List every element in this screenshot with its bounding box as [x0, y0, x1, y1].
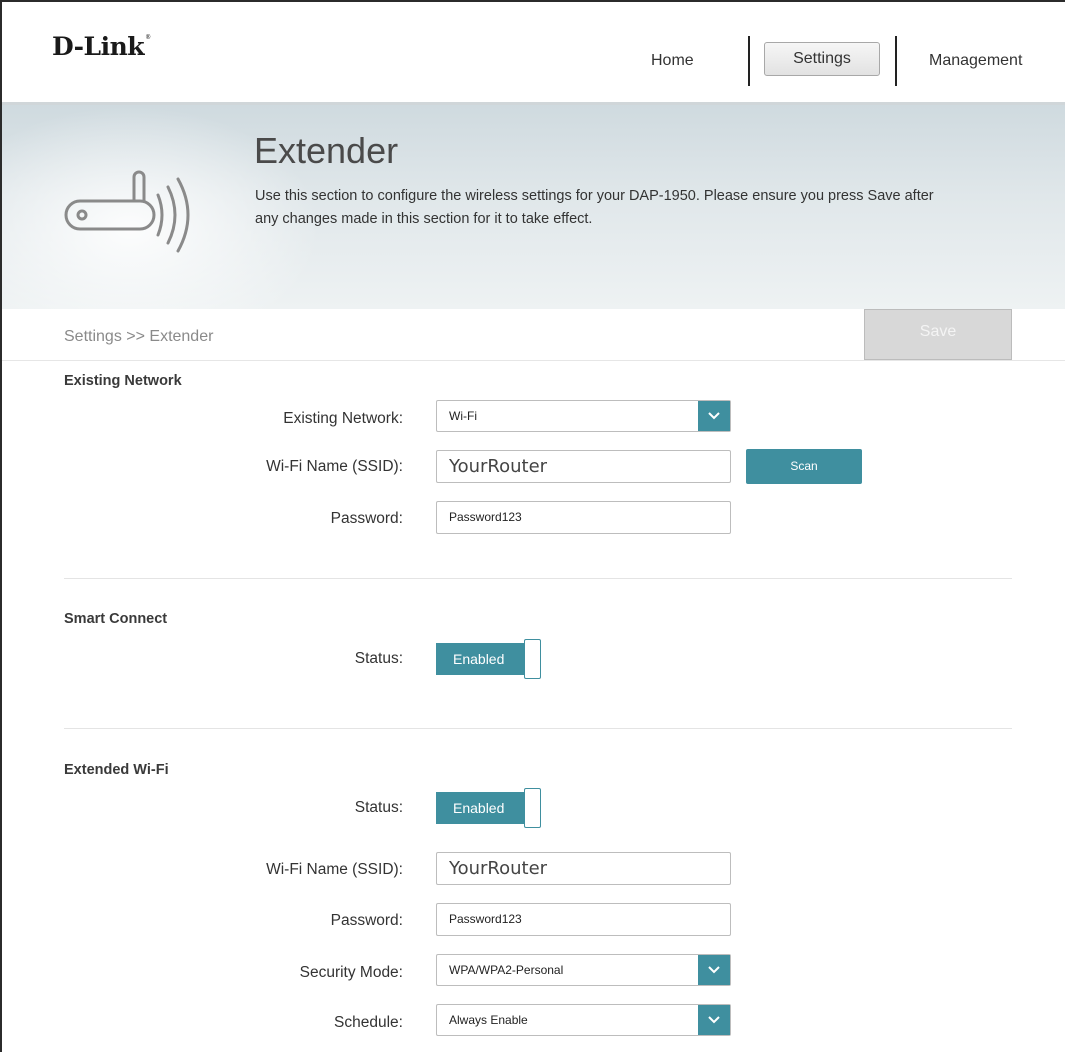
extended-wifi-toggle[interactable]: Enabled — [436, 788, 541, 828]
extended-password-value: Password123 — [449, 912, 522, 926]
security-mode-value: WPA/WPA2-Personal — [449, 963, 564, 977]
chevron-down-icon[interactable] — [698, 401, 730, 431]
existing-password-value: Password123 — [449, 510, 522, 524]
toggle-knob[interactable] — [524, 788, 541, 828]
existing-ssid-label: Wi-Fi Name (SSID): — [266, 458, 403, 475]
security-mode-select[interactable]: WPA/WPA2-Personal — [436, 954, 731, 986]
smart-connect-status-value: Enabled — [436, 643, 526, 675]
nav-separator — [895, 36, 897, 86]
existing-ssid-input[interactable]: YourRouter — [436, 450, 731, 483]
section-divider — [64, 578, 1012, 579]
schedule-value: Always Enable — [449, 1013, 528, 1027]
security-mode-label: Security Mode: — [299, 964, 403, 981]
page-banner: Extender Use this section to configure t… — [2, 102, 1065, 312]
toggle-knob[interactable] — [524, 639, 541, 679]
existing-network-value: Wi-Fi — [449, 409, 477, 423]
section-title-extended-wifi: Extended Wi-Fi — [64, 762, 169, 778]
extended-ssid-label: Wi-Fi Name (SSID): — [266, 861, 403, 878]
dlink-logo: D-Link® — [52, 32, 151, 61]
chevron-down-icon[interactable] — [698, 1005, 730, 1035]
chevron-down-icon[interactable] — [698, 955, 730, 985]
smart-connect-status-label: Status: — [354, 650, 403, 667]
extended-ssid-value: YourRouter — [449, 858, 548, 879]
breadcrumb-bar: Settings >> Extender Save — [2, 309, 1065, 361]
extended-status-label: Status: — [354, 799, 403, 816]
smart-connect-toggle[interactable]: Enabled — [436, 639, 541, 679]
extended-password-label: Password: — [330, 912, 403, 929]
extended-status-value: Enabled — [436, 792, 526, 824]
wireless-extender-icon — [62, 163, 212, 258]
existing-network-label: Existing Network: — [283, 410, 403, 427]
extended-ssid-input[interactable]: YourRouter — [436, 852, 731, 885]
section-divider — [64, 728, 1012, 729]
breadcrumb: Settings >> Extender — [64, 328, 214, 345]
page-description: Use this section to configure the wirele… — [255, 188, 934, 227]
top-header: D-Link® Home Settings Management — [2, 2, 1065, 102]
nav-home[interactable]: Home — [651, 52, 694, 70]
existing-password-label: Password: — [330, 510, 403, 527]
nav-management[interactable]: Management — [929, 52, 1022, 70]
existing-network-select[interactable]: Wi-Fi — [436, 400, 731, 432]
nav-settings[interactable]: Settings — [764, 42, 880, 76]
save-button[interactable]: Save — [864, 309, 1012, 360]
schedule-label: Schedule: — [334, 1014, 403, 1031]
schedule-select[interactable]: Always Enable — [436, 1004, 731, 1036]
section-title-smart-connect: Smart Connect — [64, 611, 168, 627]
scan-button[interactable]: Scan — [746, 449, 862, 484]
existing-password-input[interactable]: Password123 — [436, 501, 731, 534]
section-title-existing-network: Existing Network — [64, 373, 182, 389]
nav-separator — [748, 36, 750, 86]
existing-ssid-value: YourRouter — [449, 456, 548, 477]
page-title: Extender — [254, 130, 399, 171]
extended-password-input[interactable]: Password123 — [436, 903, 731, 936]
registered-mark: ® — [145, 34, 151, 41]
